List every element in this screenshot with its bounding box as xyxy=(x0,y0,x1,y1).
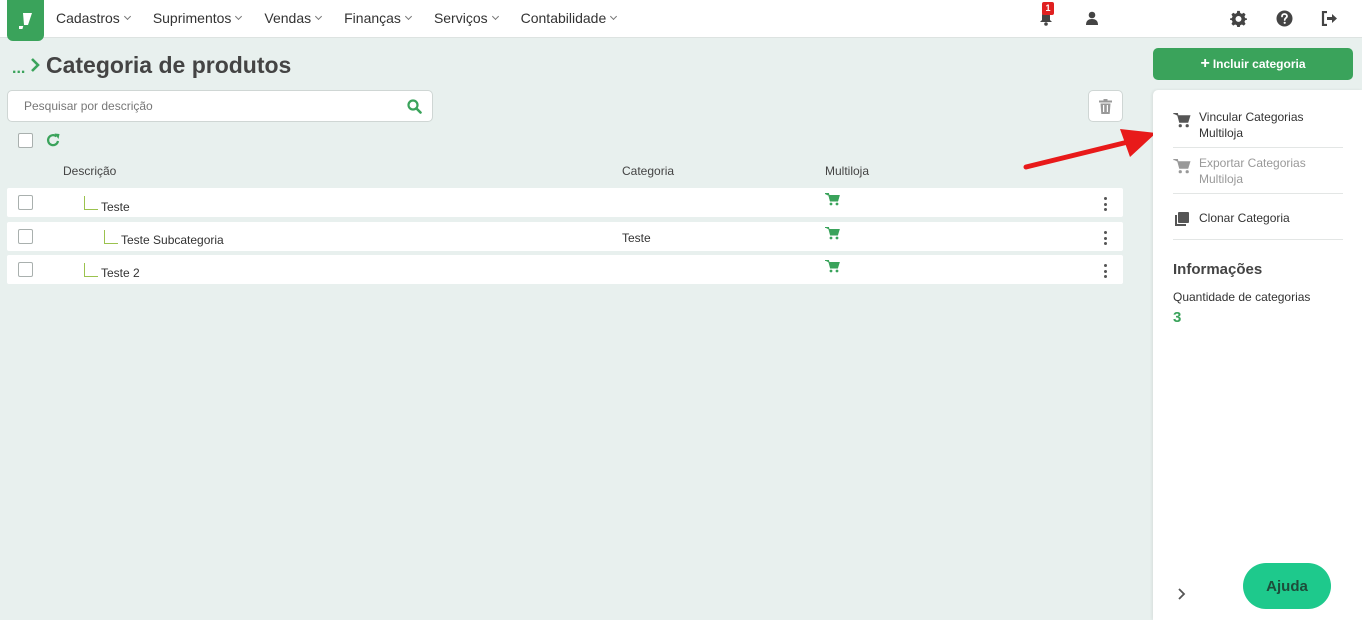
nav-vendas[interactable]: Vendas xyxy=(264,10,323,26)
gear-icon xyxy=(1229,10,1247,27)
nav-contabilidade[interactable]: Contabilidade xyxy=(520,10,618,26)
chevron-down-icon xyxy=(610,12,618,21)
column-header-description: Descrição xyxy=(63,164,117,178)
row-checkbox[interactable] xyxy=(18,262,33,277)
row-description: Teste 2 xyxy=(101,266,140,280)
row-menu-button[interactable] xyxy=(1101,231,1109,245)
export-categories-multiloja: Exportar Categorias Multiloja xyxy=(1173,155,1343,194)
table-row[interactable]: Teste 2 xyxy=(7,255,1123,284)
help-button[interactable]: Ajuda xyxy=(1243,563,1331,609)
chevron-right-icon[interactable] xyxy=(1177,587,1186,601)
clone-category[interactable]: Clonar Categoria xyxy=(1173,208,1343,240)
chevron-down-icon xyxy=(404,12,412,21)
add-category-label: Incluir categoria xyxy=(1212,57,1306,71)
nav-suprimentos[interactable]: Suprimentos xyxy=(152,10,243,26)
chevron-down-icon xyxy=(235,12,243,21)
row-description: Teste Subcategoria xyxy=(121,233,224,247)
row-checkbox[interactable] xyxy=(18,195,33,210)
row-description: Teste xyxy=(101,200,130,214)
nav-label: Finanças xyxy=(344,10,401,26)
nav-label: Serviços xyxy=(433,10,488,26)
action-label: Exportar Categorias Multiloja xyxy=(1199,156,1306,186)
row-checkbox[interactable] xyxy=(18,229,33,244)
column-header-category: Categoria xyxy=(622,164,675,178)
question-circle-icon xyxy=(1276,10,1292,26)
settings-button[interactable] xyxy=(1229,9,1247,27)
action-label: Vincular Categorias Multiloja xyxy=(1199,110,1304,140)
top-navbar: Cadastros Suprimentos Vendas Finanças Se… xyxy=(0,0,1362,41)
nav-label: Contabilidade xyxy=(520,10,607,26)
red-arrow-annotation xyxy=(1023,129,1156,170)
help-button-top[interactable] xyxy=(1275,9,1293,27)
chevron-down-icon xyxy=(123,12,131,21)
row-category: Teste xyxy=(622,231,651,245)
info-title: Informações xyxy=(1173,261,1263,278)
nav-servicos[interactable]: Serviços xyxy=(433,10,499,26)
search-input[interactable] xyxy=(24,99,394,113)
tree-connector xyxy=(84,196,98,210)
clone-icon xyxy=(1175,212,1189,226)
nav-financas[interactable]: Finanças xyxy=(344,10,412,26)
tree-connector xyxy=(84,263,98,277)
shopping-cart-icon xyxy=(1173,159,1191,174)
search-icon[interactable] xyxy=(407,99,422,114)
refresh-icon[interactable] xyxy=(46,133,61,148)
logo-icon xyxy=(18,12,32,29)
chevron-right-icon xyxy=(31,58,40,72)
shopping-cart-icon xyxy=(825,193,840,206)
breadcrumb[interactable]: ... xyxy=(12,60,25,78)
add-category-button[interactable]: + Incluir categoria xyxy=(1153,48,1353,80)
user-button[interactable] xyxy=(1083,9,1101,27)
tree-connector xyxy=(104,230,118,244)
search-box xyxy=(7,90,433,122)
app-logo[interactable] xyxy=(7,0,44,41)
nav-label: Cadastros xyxy=(56,10,120,26)
logout-button[interactable] xyxy=(1320,9,1338,27)
action-label: Clonar Categoria xyxy=(1199,211,1290,225)
row-menu-button[interactable] xyxy=(1101,197,1109,211)
category-count-value: 3 xyxy=(1173,309,1182,326)
notification-badge: 1 xyxy=(1042,2,1054,15)
table-row[interactable]: Teste xyxy=(7,188,1123,217)
plus-icon: + xyxy=(1200,55,1210,72)
trash-icon xyxy=(1099,98,1112,114)
table-row[interactable]: Teste Subcategoria Teste xyxy=(7,222,1123,251)
main-nav: Cadastros Suprimentos Vendas Finanças Se… xyxy=(56,0,639,36)
user-icon xyxy=(1086,11,1098,25)
shopping-cart-icon xyxy=(825,227,840,240)
nav-cadastros[interactable]: Cadastros xyxy=(56,10,131,26)
sign-out-icon xyxy=(1321,10,1337,26)
nav-label: Vendas xyxy=(264,10,312,26)
shopping-cart-icon xyxy=(1173,113,1191,128)
nav-label: Suprimentos xyxy=(152,10,232,26)
shopping-cart-icon xyxy=(825,260,840,273)
delete-button[interactable] xyxy=(1088,90,1123,122)
column-header-multiloja: Multiloja xyxy=(825,164,870,178)
side-panel: Vincular Categorias Multiloja Exportar C… xyxy=(1153,90,1362,620)
chevron-down-icon xyxy=(315,12,323,21)
select-all-checkbox[interactable] xyxy=(18,133,33,148)
row-menu-button[interactable] xyxy=(1101,264,1109,278)
page-title: Categoria de produtos xyxy=(46,52,292,78)
chevron-down-icon xyxy=(491,12,499,21)
link-categories-multiloja[interactable]: Vincular Categorias Multiloja xyxy=(1173,109,1343,148)
category-count-label: Quantidade de categorias xyxy=(1173,290,1311,304)
